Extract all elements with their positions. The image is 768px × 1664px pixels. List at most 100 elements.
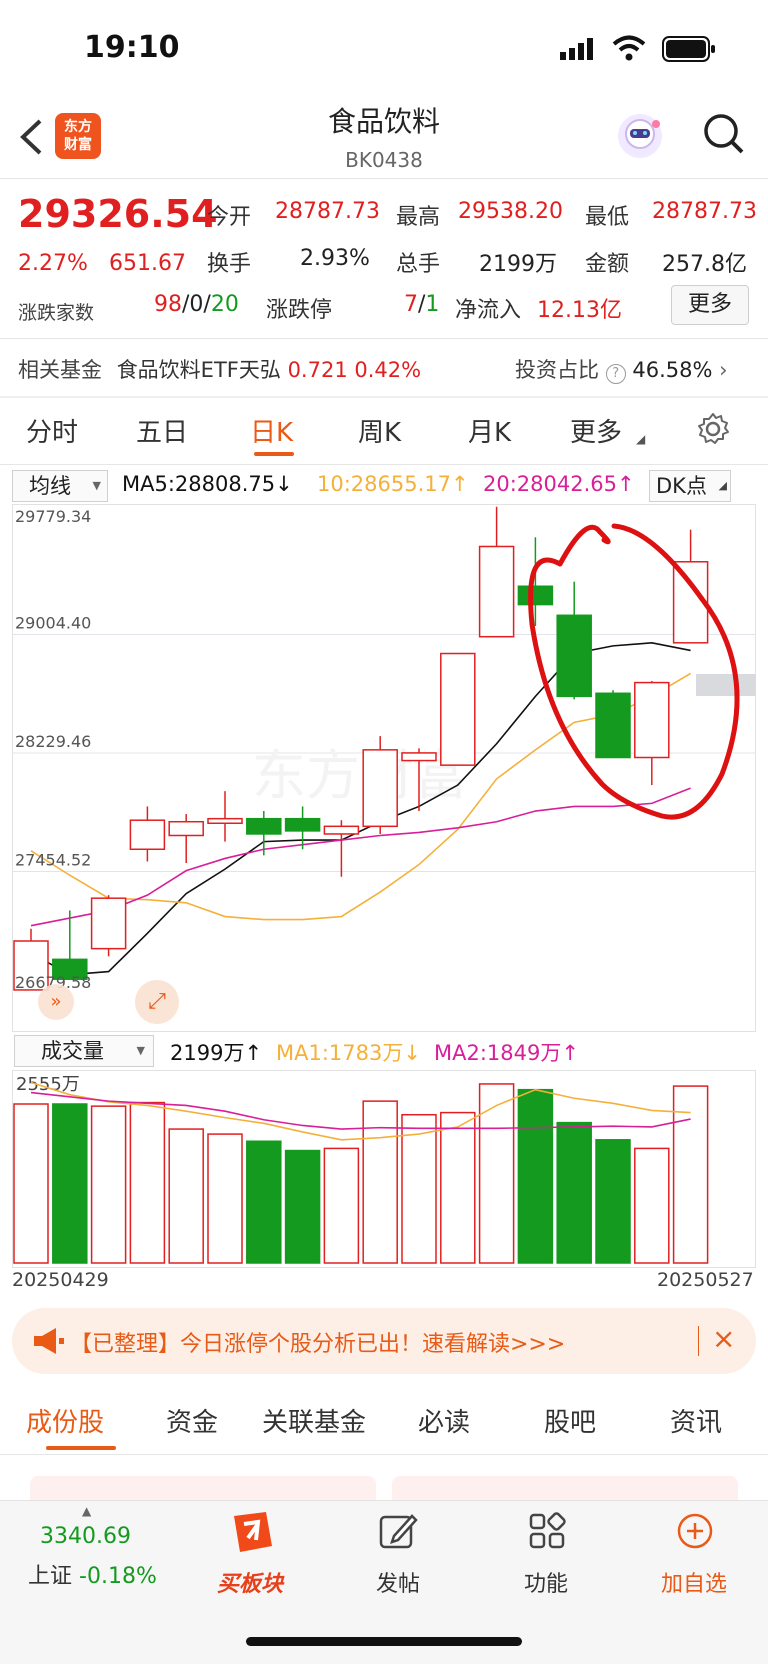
volume-bar: [129, 1101, 166, 1264]
candle-body: [168, 820, 204, 837]
more-button[interactable]: 更多: [671, 285, 749, 325]
x-start-date: 20250429: [12, 1269, 109, 1291]
dk-selector[interactable]: DK点 ◢: [649, 470, 731, 502]
volume-selector[interactable]: 成交量 ▼: [14, 1035, 154, 1067]
turnover-value: 2.93%: [300, 246, 370, 271]
ma10-legend: 10:28655.17↑: [317, 472, 469, 496]
ma5-legend: MA5:28808.75↓: [122, 472, 293, 496]
tab-active-indicator: [254, 452, 294, 456]
y-tick-label: 27454.52: [15, 851, 91, 870]
limit-label: 涨跌停: [266, 298, 333, 323]
turnover-label: 换手: [207, 252, 252, 277]
volume-label: 总手: [396, 252, 441, 277]
expand-icon[interactable]: ⤢: [135, 980, 179, 1024]
ma-selector[interactable]: 均线 ▼: [12, 470, 108, 502]
subtabs-divider: [0, 1454, 768, 1455]
vol-ma1-legend: MA1:1783万↓: [276, 1041, 421, 1065]
tab-weekly-k[interactable]: 周K: [358, 412, 401, 449]
volume-bar: [556, 1121, 592, 1264]
candle-body: [595, 692, 631, 759]
low-value: 28787.73: [652, 199, 757, 224]
index-name-pct[interactable]: 上证 -0.18%: [28, 1558, 157, 1590]
close-icon[interactable]: ×: [712, 1322, 735, 1355]
settings-gear-icon[interactable]: [696, 412, 730, 450]
plus-circle-icon: [676, 1512, 714, 1554]
volume-bar: [595, 1139, 631, 1264]
volume-bar: [440, 1111, 476, 1264]
updown-label: 涨跌家数: [18, 302, 95, 324]
tab-intraday[interactable]: 分时: [26, 412, 78, 449]
functions-label: 功能: [523, 1572, 568, 1597]
volume-value: 2199万: [479, 252, 557, 277]
volume-bar: [246, 1140, 282, 1264]
tab-related-funds[interactable]: 关联基金: [262, 1402, 366, 1439]
candle-body: [129, 819, 166, 851]
candle-body: [284, 817, 321, 832]
related-fund-row[interactable]: 相关基金 食品饮料ETF天弘 0.721 0.42%: [18, 354, 421, 384]
tab-forum[interactable]: 股吧: [544, 1402, 596, 1439]
fund-name: 食品饮料ETF天弘: [116, 358, 281, 382]
ratio-value: 46.58%: [632, 358, 713, 382]
tab-more[interactable]: 更多: [570, 412, 622, 449]
tab-monthly-k[interactable]: 月K: [468, 412, 511, 449]
fund-price: 0.721: [287, 358, 348, 382]
post-nav[interactable]: 发帖: [338, 1510, 458, 1600]
invest-ratio[interactable]: 投资占比 ? 46.58% ›: [515, 354, 728, 384]
amount-value: 257.8亿: [662, 252, 747, 277]
high-label: 最高: [396, 205, 441, 230]
low-label: 最低: [585, 205, 630, 230]
notice-banner[interactable]: 【已整理】今日涨停个股分析已出！速看解读>>> ×: [12, 1308, 756, 1374]
status-time: 19:10: [84, 30, 180, 65]
ratio-label: 投资占比: [515, 358, 599, 382]
scroll-left-icon[interactable]: »: [38, 984, 74, 1020]
add-watchlist-label: 加自选: [660, 1572, 727, 1597]
open-value: 28787.73: [275, 199, 380, 224]
volume-chart[interactable]: 2555万: [12, 1070, 756, 1268]
candlestick-chart[interactable]: 东方财富 29779.3429004.4028229.4627454.52266…: [12, 504, 756, 1032]
candle-body: [323, 825, 360, 835]
vol-ma2-legend: MA2:1849万↑: [434, 1041, 579, 1065]
tab-constituents[interactable]: 成份股: [26, 1402, 104, 1439]
volume-legend: 2199万↑: [170, 1041, 263, 1065]
banner-divider: [698, 1326, 699, 1356]
grid-icon: [528, 1512, 566, 1554]
buy-sector-label: 买板块: [216, 1572, 283, 1597]
dropdown-icon: ◢: [636, 432, 646, 446]
volume-bar: [13, 1103, 49, 1264]
updown-counts: 98/0/20: [154, 292, 239, 317]
post-label: 发帖: [375, 1572, 420, 1597]
volume-max-label: 2555万: [16, 1074, 80, 1095]
help-icon[interactable]: ?: [605, 364, 626, 384]
edit-icon: [378, 1512, 418, 1556]
assistant-avatar-icon[interactable]: [616, 112, 664, 164]
candle-body: [207, 817, 243, 825]
search-icon[interactable]: [702, 112, 746, 160]
candle-body: [478, 545, 515, 638]
tab-must-read[interactable]: 必读: [418, 1402, 470, 1439]
tab-five-day[interactable]: 五日: [136, 412, 188, 449]
wifi-icon: [612, 34, 646, 66]
volume-bar: [478, 1083, 515, 1264]
candle-body: [556, 614, 592, 698]
tab-daily-k[interactable]: 日K: [250, 412, 293, 449]
open-label: 今开: [207, 205, 252, 230]
volume-bar: [634, 1147, 670, 1264]
banner-text: 【已整理】今日涨停个股分析已出！速看解读>>>: [70, 1332, 566, 1357]
change-pct: 2.27%: [18, 251, 88, 276]
add-watchlist-nav[interactable]: 加自选: [634, 1510, 754, 1600]
tab-capital[interactable]: 资金: [166, 1402, 218, 1439]
tabs-divider: [0, 464, 768, 465]
functions-nav[interactable]: 功能: [486, 1510, 606, 1600]
buy-sector-nav[interactable]: 买板块: [190, 1510, 310, 1600]
volume-bar: [52, 1103, 88, 1264]
volume-bar: [401, 1113, 437, 1264]
candle-body: [517, 585, 554, 606]
tab-news[interactable]: 资讯: [670, 1402, 722, 1439]
candle-body: [634, 681, 670, 759]
megaphone-icon: [32, 1326, 66, 1360]
candle-body: [401, 752, 437, 762]
volume-bar: [168, 1128, 204, 1264]
index-value[interactable]: 3340.69: [40, 1524, 131, 1549]
ma20-legend: 20:28042.65↑: [483, 472, 635, 496]
candle-body: [440, 652, 476, 766]
